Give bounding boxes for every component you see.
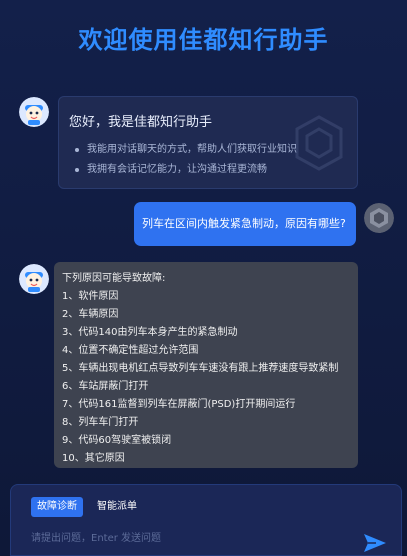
user-message: 列车在区间内触发紧急制动，原因有哪些?: [134, 202, 356, 246]
assistant-avatar-icon: [19, 97, 49, 127]
list-item: 1、软件原因: [62, 291, 119, 302]
user-avatar-icon: [364, 203, 394, 233]
send-icon[interactable]: [363, 533, 387, 553]
list-item: 6、车站屏蔽门打开: [62, 381, 149, 392]
list-item: 5、车辆出现电机红点导致列车车速没有跟上推荐速度导致紧制: [62, 363, 339, 374]
page-title: 欢迎使用佳都知行助手: [78, 26, 329, 54]
assistant-avatar-icon: [19, 264, 49, 294]
chat-window: 欢迎使用佳都知行助手 您好，我是佳都知行助手 我能用对话聊天的方式，帮助人们获取…: [0, 0, 407, 556]
list-item: 2、车辆原因: [62, 309, 119, 320]
list-item: 8、列车车门打开: [62, 417, 139, 428]
list-item: 7、代码161监督到列车在屏蔽门(PSD)打开期间运行: [62, 399, 296, 410]
answer-message: 下列原因可能导致故障: 1、软件原因 2、车辆原因 3、代码140由列车本身产生…: [54, 262, 358, 468]
tab-smart-dispatch[interactable]: 智能派单: [91, 497, 143, 517]
greeting-message: 您好，我是佳都知行助手 我能用对话聊天的方式，帮助人们获取行业知识 我拥有会话记…: [58, 96, 358, 189]
list-item: 10、其它原因: [62, 453, 125, 464]
hexagon-watermark-icon: [295, 115, 343, 171]
tab-fault-diagnosis[interactable]: 故障诊断: [31, 497, 83, 517]
mode-tabs: 故障诊断 智能派单: [31, 497, 143, 517]
list-item: 3、代码140由列车本身产生的紧急制动: [62, 327, 238, 338]
input-panel: 故障诊断 智能派单: [10, 484, 402, 556]
question-input[interactable]: [31, 529, 351, 547]
list-item: 4、位置不确定性超过允许范围: [62, 345, 199, 356]
list-item: 9、代码60驾驶室被锁闭: [62, 435, 172, 446]
answer-list: 1、软件原因 2、车辆原因 3、代码140由列车本身产生的紧急制动 4、位置不确…: [62, 288, 350, 468]
answer-intro: 下列原因可能导致故障:: [62, 273, 166, 284]
